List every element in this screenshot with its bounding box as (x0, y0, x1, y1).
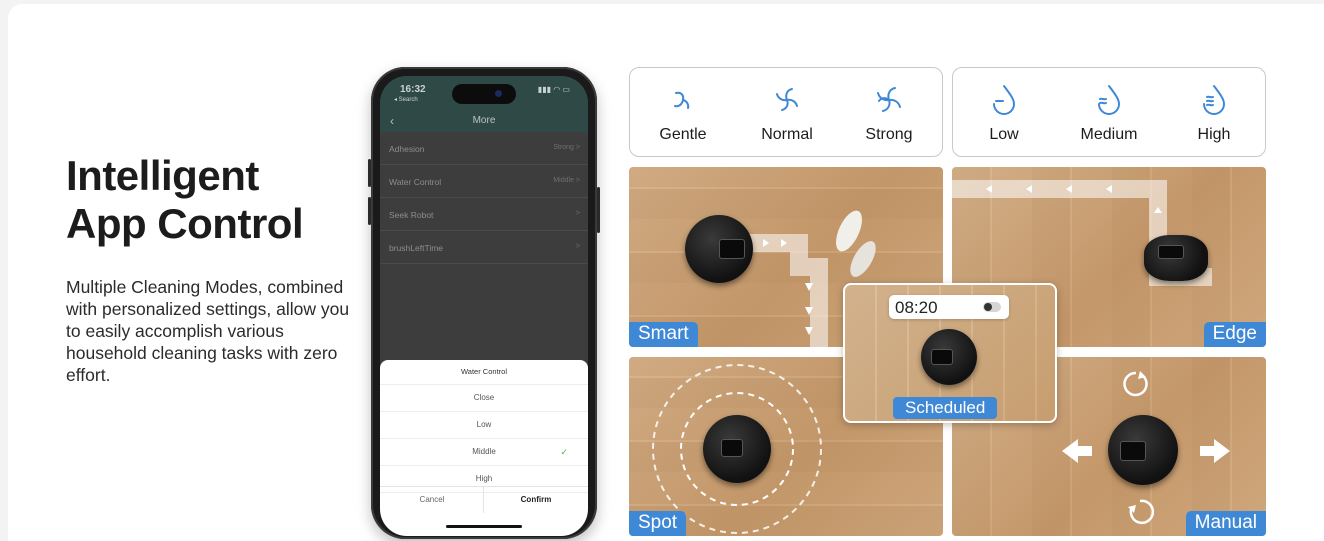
water-label: Low (989, 126, 1019, 143)
fan-strong-icon (877, 87, 901, 112)
settings-row-label: brushLeftTime (389, 243, 444, 253)
phone-volume-button (368, 197, 371, 225)
manual-badge: Manual (1185, 511, 1266, 536)
settings-row-label: Adhesion (389, 144, 425, 154)
settings-row-value: > (575, 243, 580, 250)
headline-line-1: Intelligent (66, 152, 259, 199)
settings-row-value: Strong > (553, 144, 580, 151)
water-medium: Medium (1064, 80, 1154, 144)
back-chevron-icon[interactable]: ‹ (390, 110, 394, 132)
schedule-time-pill: 08:20 (889, 295, 1009, 319)
status-bar: 16:32 ◂ Search ▮▮▮ ◠ ▭ (380, 76, 588, 110)
suction-gentle: Gentle (638, 80, 728, 144)
status-back-app[interactable]: ◂ Search (394, 96, 418, 103)
water-drop-low-icon (993, 85, 1016, 115)
settings-row-adhesion[interactable]: Adhesion Strong > (380, 132, 588, 165)
sheet-option-close[interactable]: Close (380, 385, 588, 412)
scheduled-mode-tile: 08:20 Scheduled (843, 283, 1057, 423)
robot-vacuum-icon (1108, 415, 1178, 485)
sheet-option-middle[interactable]: Middle ✓ (380, 439, 588, 466)
water-low: Low (959, 80, 1049, 144)
settings-row-value: > (575, 210, 580, 217)
phone-screen: 16:32 ◂ Search ▮▮▮ ◠ ▭ ‹ More Adhesion S… (380, 76, 588, 536)
dynamic-island (452, 84, 516, 104)
sheet-option-low[interactable]: Low (380, 412, 588, 439)
headline-line-2: App Control (66, 200, 304, 247)
settings-row-brush-left-time[interactable]: brushLeftTime > (380, 231, 588, 264)
headline: Intelligent App Control (66, 152, 304, 248)
smart-badge: Smart (629, 322, 698, 347)
scheduled-badge: Scheduled (893, 397, 998, 419)
phone-power-button (597, 187, 600, 233)
sheet-actions: Cancel Confirm (380, 486, 588, 513)
settings-row-value: Middle > (553, 177, 580, 184)
settings-row-label: Seek Robot (389, 210, 434, 220)
signal-wifi-battery-icon: ▮▮▮ ◠ ▭ (537, 85, 570, 94)
water-drop-high-icon (1203, 85, 1226, 115)
status-time: 16:32 (400, 84, 426, 95)
phone-mockup: 16:32 ◂ Search ▮▮▮ ◠ ▭ ‹ More Adhesion S… (368, 67, 600, 539)
sheet-title: Water Control (380, 360, 588, 385)
robot-vacuum-icon (1144, 235, 1208, 281)
description: Multiple Cleaning Modes, combined with p… (66, 277, 350, 385)
checkmark-icon: ✓ (560, 447, 568, 457)
spot-badge: Spot (629, 511, 687, 536)
water-drop-medium-icon (1098, 85, 1121, 115)
schedule-toggle[interactable] (983, 302, 1001, 312)
edge-badge: Edge (1203, 322, 1266, 347)
settings-row-water-control[interactable]: Water Control Middle > (380, 165, 588, 198)
schedule-time: 08:20 (895, 298, 938, 317)
suction-normal: Normal (742, 80, 832, 144)
home-indicator (446, 525, 522, 528)
nav-title: More (472, 115, 496, 126)
phone-volume-button (368, 159, 371, 187)
settings-row-label: Water Control (389, 177, 442, 187)
fan-gentle-icon (674, 91, 690, 109)
robot-vacuum-icon (921, 329, 977, 385)
fan-normal-icon (776, 88, 798, 111)
suction-label: Strong (865, 126, 913, 143)
cancel-button[interactable]: Cancel (380, 487, 484, 513)
camera-icon (495, 90, 502, 97)
water-label: Medium (1080, 126, 1138, 143)
suction-levels-panel: Gentle Normal Strong (629, 67, 943, 157)
robot-vacuum-icon (685, 215, 753, 283)
settings-list: Adhesion Strong > Water Control Middle >… (380, 132, 588, 264)
robot-vacuum-icon (703, 415, 771, 483)
water-high: High (1169, 80, 1259, 144)
suction-strong: Strong (844, 80, 934, 144)
settings-row-seek-robot[interactable]: Seek Robot > (380, 198, 588, 231)
suction-label: Gentle (659, 126, 707, 143)
confirm-button[interactable]: Confirm (483, 487, 588, 513)
water-control-sheet: Water Control Close Low Middle ✓ High Can… (380, 360, 588, 536)
suction-label: Normal (761, 126, 813, 143)
water-label: High (1197, 126, 1231, 143)
app-nav-bar: ‹ More (380, 110, 588, 132)
water-levels-panel: Low Medium High (952, 67, 1266, 157)
